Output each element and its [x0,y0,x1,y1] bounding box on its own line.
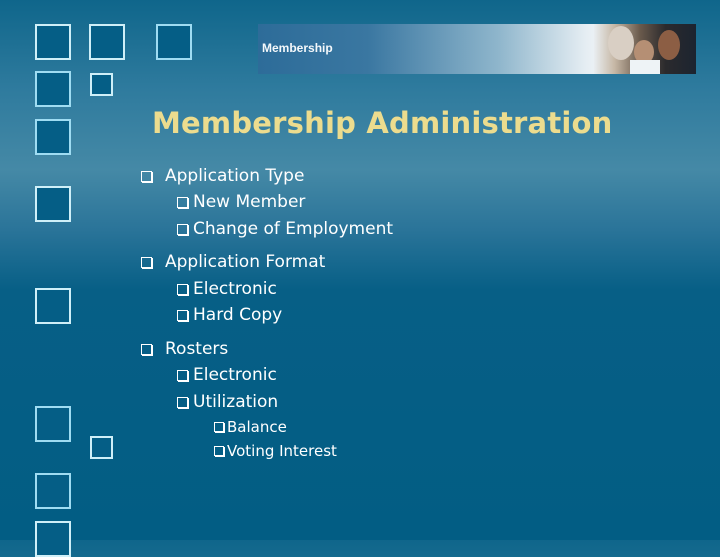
checkbox-bullet-icon [177,396,188,408]
bullet-label: Application Type [165,166,305,186]
person-face [608,26,634,60]
bullet-label: Hard Copy [193,305,283,325]
slide-title: Membership Administration [152,106,613,140]
decorative-square [90,73,113,96]
sub-bullet-item: Electronic [177,279,277,299]
checkbox-bullet-icon [177,196,188,208]
bullet-item: Application Type [141,166,304,186]
sub-bullet-item: Hard Copy [177,305,282,325]
sub-sub-bullet-item: Voting Interest [214,442,337,460]
bullet-label: Utilization [193,392,279,412]
decorative-square [156,24,192,60]
bullet-label: Voting Interest [227,442,337,460]
decorative-square [35,186,71,222]
sub-bullet-item: Utilization [177,392,278,412]
decorative-square [35,71,71,107]
checkbox-bullet-icon [177,283,188,295]
sub-bullet-item: New Member [177,192,305,212]
sub-bullet-item: Electronic [177,365,277,385]
decorative-square [35,288,71,324]
decorative-square [35,473,71,509]
checkbox-bullet-icon [177,369,188,381]
decorative-square [89,24,125,60]
membership-banner: Membership [258,24,696,74]
bullet-label: Rosters [165,339,229,359]
decorative-square [35,406,71,442]
checkbox-bullet-icon [214,422,224,432]
sub-sub-bullet-item: Balance [214,418,287,436]
bullet-label: Balance [227,418,287,436]
bullet-label: Electronic [193,365,277,385]
decorative-square [35,24,71,60]
checkbox-bullet-icon [177,223,188,235]
person-shirt [630,60,660,74]
banner-label: Membership [262,41,333,55]
checkbox-bullet-icon [141,256,152,268]
bullet-item: Application Format [141,252,325,272]
bullet-label: New Member [193,192,306,212]
people-photo [594,24,696,74]
bullet-item: Rosters [141,339,228,359]
checkbox-bullet-icon [141,170,152,182]
bullet-label: Application Format [165,252,326,272]
bullet-label: Change of Employment [193,219,394,239]
person-face [658,30,680,60]
sub-bullet-item: Change of Employment [177,219,393,239]
decorative-square [35,119,71,155]
decorative-square [90,436,113,459]
checkbox-bullet-icon [177,309,188,321]
checkbox-bullet-icon [141,343,152,355]
checkbox-bullet-icon [214,446,224,456]
decorative-square [35,521,71,557]
bullet-label: Electronic [193,279,277,299]
